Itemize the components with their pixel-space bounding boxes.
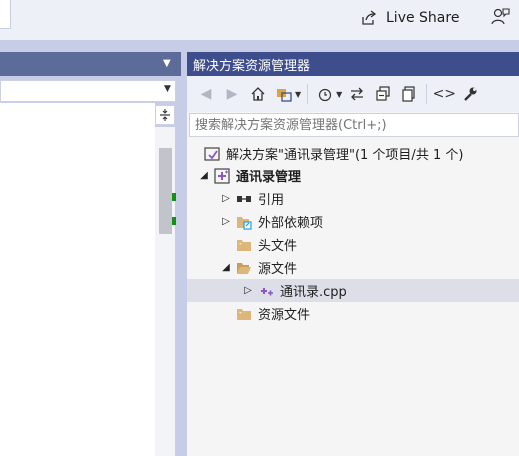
tree-item[interactable]: ◢ 源文件: [187, 256, 297, 279]
tree-item[interactable]: ▷ 引用: [187, 187, 284, 210]
scrollbar-thumb[interactable]: [159, 148, 172, 234]
tree-item[interactable]: 资源文件: [187, 302, 310, 325]
tree-item-label: 资源文件: [258, 308, 311, 323]
tree-item-label: 头文件: [258, 239, 298, 254]
tree-item-label: 通讯录管理: [236, 170, 302, 185]
solution-search-input[interactable]: [189, 113, 519, 137]
show-all-files-icon[interactable]: [398, 83, 420, 105]
collapsed-arrow-icon[interactable]: ▷: [241, 285, 255, 296]
solution-explorer-toolbar: ◀ ▶ ▼ ▼ <>: [187, 76, 519, 112]
cpp-file-icon: [257, 283, 275, 299]
view-code-icon[interactable]: <>: [433, 83, 456, 105]
tree-item-label: 外部依赖项: [258, 216, 324, 231]
folder-filter-icon: [235, 306, 253, 322]
tree-item[interactable]: 头文件: [187, 233, 297, 256]
tree-item-selected[interactable]: ▷ 通讯录.cpp: [187, 279, 519, 302]
cpp-project-icon: [213, 167, 231, 184]
tree-item[interactable]: ◢ 通讯录管理: [187, 164, 301, 187]
dropdown-arrow-icon[interactable]: ▼: [163, 58, 171, 69]
tree-item-label: 解决方案"通讯录管理"(1 个项目/共 1 个): [226, 148, 464, 163]
forward-icon[interactable]: ▶: [221, 83, 243, 105]
tree-item[interactable]: ▷ 外部依赖项: [187, 210, 323, 233]
split-icon: [160, 109, 170, 121]
solution-explorer-title: 解决方案资源管理器: [187, 52, 519, 76]
folder-filter-icon: [235, 237, 253, 253]
back-icon[interactable]: ◀: [195, 83, 217, 105]
folder-filter-open-icon: [235, 260, 253, 276]
chevron-down-icon[interactable]: ▼: [164, 84, 171, 94]
live-share-button[interactable]: Live Share: [360, 6, 459, 30]
external-deps-icon: [235, 214, 253, 230]
switch-views-icon[interactable]: [273, 83, 295, 105]
chevron-down-icon[interactable]: ▼: [295, 90, 301, 99]
code-editor[interactable]: [0, 103, 155, 456]
toolbar-separator: [307, 84, 309, 104]
document-tab-edge[interactable]: [0, 0, 11, 29]
tree-item[interactable]: 解决方案"通讯录管理"(1 个项目/共 1 个): [187, 142, 463, 165]
collapse-all-icon[interactable]: [372, 83, 394, 105]
split-window-button[interactable]: [155, 105, 175, 125]
share-icon: [362, 10, 377, 25]
toolbar-separator: [426, 84, 428, 104]
properties-wrench-icon[interactable]: [459, 83, 481, 105]
references-icon: [235, 191, 253, 207]
person-feedback-icon: [491, 8, 510, 25]
tree-item-label: 通讯录.cpp: [280, 285, 347, 300]
collapsed-arrow-icon[interactable]: ▷: [219, 216, 233, 227]
navigation-dropdown[interactable]: [0, 80, 176, 102]
solution-tree: 解决方案"通讯录管理"(1 个项目/共 1 个) ◢ 通讯录管理 ▷ 引用 ▷ 外部依赖项头…: [187, 140, 519, 456]
collapsed-arrow-icon[interactable]: ▷: [219, 193, 233, 204]
panel-divider[interactable]: [176, 103, 180, 456]
live-share-label: Live Share: [386, 10, 460, 26]
editor-header: [0, 52, 181, 76]
expanded-arrow-icon[interactable]: ◢: [219, 262, 233, 273]
chevron-down-icon[interactable]: ▼: [336, 90, 342, 99]
feedback-button[interactable]: [489, 6, 513, 30]
solution-icon: [203, 146, 221, 162]
pending-changes-filter-icon[interactable]: [314, 83, 336, 105]
tree-item-label: 引用: [258, 193, 285, 208]
expanded-arrow-icon[interactable]: ◢: [197, 170, 211, 181]
home-icon[interactable]: [247, 83, 269, 105]
sync-with-document-icon[interactable]: [346, 83, 368, 105]
tree-item-label: 源文件: [258, 262, 298, 277]
